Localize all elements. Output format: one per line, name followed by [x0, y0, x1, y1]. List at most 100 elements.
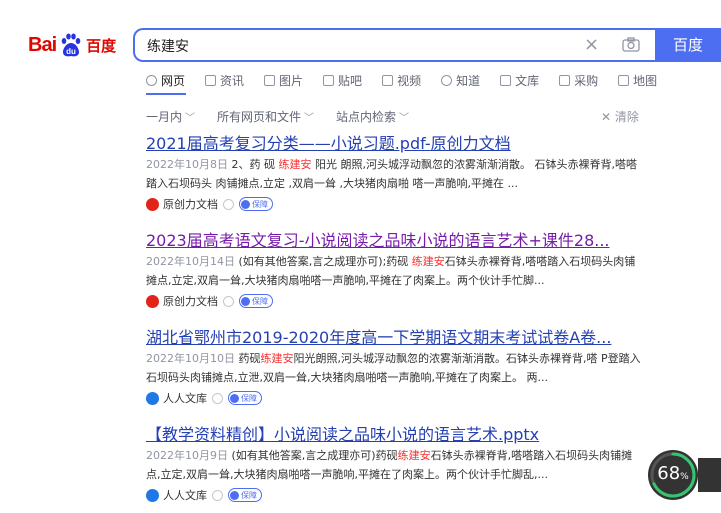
check-icon: [230, 490, 239, 500]
baidu-logo[interactable]: Bai du 百度: [28, 30, 116, 60]
guarantee-badge[interactable]: 保障: [239, 294, 273, 308]
result-source: 原创力文档 保障: [146, 196, 646, 212]
snippet-text: (如有其他答案,言之成理亦可);药砚: [235, 255, 412, 268]
result-date: 2022年10月9日: [146, 449, 228, 462]
snippet-text: 2、药 砚: [228, 158, 279, 171]
result-source: 人人文库 保障: [146, 487, 646, 503]
info-icon[interactable]: [223, 198, 234, 210]
snippet-text: (如有其他答案,言之成理亦可)药砚: [228, 449, 398, 462]
video-icon: [382, 75, 394, 86]
filetype-filter-label: 所有网页和文件: [217, 110, 302, 124]
filetype-filter[interactable]: 所有网页和文件 ﹀: [217, 108, 314, 125]
tab-web[interactable]: 网页: [146, 72, 185, 89]
result-title-link[interactable]: 【教学资料精创】小说阅读之品味小说的语言艺术.pptx: [146, 425, 646, 445]
info-icon[interactable]: [223, 295, 234, 307]
tab-video[interactable]: 视频: [382, 72, 421, 89]
source-logo-icon: [146, 488, 159, 502]
search-icon: [146, 75, 157, 86]
badge-label: 保障: [241, 490, 257, 500]
badge-label: 保障: [252, 199, 268, 209]
shop-icon: [559, 75, 571, 86]
result-date: 2022年10月8日: [146, 158, 228, 171]
speed-progress-widget[interactable]: 68%: [648, 450, 698, 500]
progress-value: 68%: [648, 463, 698, 484]
tab-map[interactable]: 地图: [618, 72, 657, 89]
source-logo-icon: [146, 197, 159, 211]
tab-news[interactable]: 资讯: [205, 72, 244, 89]
check-icon: [241, 296, 250, 306]
time-filter-label: 一月内: [146, 110, 183, 124]
tab-images[interactable]: 图片: [264, 72, 303, 89]
clear-filters-button[interactable]: ✕ 清除: [601, 108, 639, 125]
search-result: 2023届高考语文复习-小说阅读之品味小说的语言艺术+课件28... 2022年…: [146, 231, 646, 309]
tab-label: 知道: [456, 74, 481, 88]
close-icon: ✕: [601, 110, 615, 124]
tab-label: 视频: [397, 74, 422, 88]
tab-label: 文库: [515, 74, 540, 88]
filter-bar: 一月内 ﹀ 所有网页和文件 ﹀ 站点内检索 ﹀: [146, 108, 431, 125]
guarantee-badge[interactable]: 保障: [228, 488, 262, 502]
source-name[interactable]: 人人文库: [163, 390, 207, 406]
tab-label: 资讯: [220, 74, 245, 88]
result-title-link[interactable]: 2023届高考语文复习-小说阅读之品味小说的语言艺术+课件28...: [146, 231, 646, 251]
search-box[interactable]: 练建安 ×: [133, 28, 655, 62]
progress-unit: %: [680, 472, 689, 482]
question-icon: [441, 75, 453, 86]
guarantee-badge[interactable]: 保障: [228, 391, 262, 405]
keyword-highlight: 练建安: [278, 158, 312, 171]
progress-number: 68: [657, 463, 681, 484]
site-filter[interactable]: 站点内检索 ﹀: [336, 108, 409, 125]
tab-tieba[interactable]: 贴吧: [323, 72, 362, 89]
news-icon: [205, 75, 217, 86]
search-result: 2021届高考复习分类——小说习题.pdf-原创力文档 2022年10月8日 2…: [146, 134, 646, 212]
guarantee-badge[interactable]: 保障: [239, 197, 273, 211]
result-source: 人人文库 保障: [146, 390, 646, 406]
keyword-highlight: 练建安: [411, 255, 445, 268]
result-snippet: 2022年10月8日 2、药 砚 练建安 阳光 朗照,河头城浮动飘忽的浓雾渐渐消…: [146, 155, 646, 193]
info-icon[interactable]: [212, 392, 223, 404]
logo-text-baidu: 百度: [86, 36, 117, 55]
chevron-down-icon: ﹀: [304, 113, 315, 124]
source-logo-icon: [146, 391, 159, 405]
clear-icon[interactable]: ×: [584, 34, 599, 55]
info-icon[interactable]: [212, 489, 223, 501]
result-snippet: 2022年10月9日 (如有其他答案,言之成理亦可)药砚练建安石钵头赤裸脊背,嗒…: [146, 446, 646, 484]
tab-label: 地图: [633, 74, 658, 88]
tab-label: 贴吧: [338, 74, 363, 88]
floating-panel-edge: [698, 458, 721, 492]
logo-text-bai: Bai: [28, 33, 57, 56]
search-input[interactable]: 练建安: [147, 36, 189, 56]
search-button[interactable]: 百度: [655, 28, 721, 62]
keyword-highlight: 练建安: [260, 352, 294, 365]
snippet-text: 药砚: [235, 352, 261, 365]
check-icon: [241, 199, 250, 209]
tab-wenku[interactable]: 文库: [500, 72, 539, 89]
site-filter-label: 站点内检索: [336, 110, 397, 124]
keyword-highlight: 练建安: [397, 449, 431, 462]
badge-label: 保障: [241, 393, 257, 403]
tab-purchase[interactable]: 采购: [559, 72, 598, 89]
check-icon: [230, 393, 239, 403]
time-filter[interactable]: 一月内 ﹀: [146, 108, 195, 125]
source-name[interactable]: 原创力文档: [163, 196, 218, 212]
badge-label: 保障: [252, 296, 268, 306]
search-tabs: 网页 资讯 图片 贴吧 视频 知道 文库 采购 地图: [146, 72, 677, 89]
tab-label: 网页: [161, 74, 186, 88]
logo-text-du: du: [66, 47, 76, 56]
tab-label: 图片: [279, 74, 304, 88]
camera-icon[interactable]: [622, 37, 640, 52]
paw-icon: du: [58, 32, 84, 58]
tab-zhidao[interactable]: 知道: [441, 72, 480, 89]
result-snippet: 2022年10月10日 药砚练建安阳光朗照,河头城浮动飘忽的浓雾渐渐消散。石钵头…: [146, 349, 646, 387]
source-logo-icon: [146, 294, 159, 308]
map-icon: [618, 75, 630, 86]
result-title-link[interactable]: 湖北省鄂州市2019-2020年度高一下学期语文期末考试试卷A卷...: [146, 328, 646, 348]
source-name[interactable]: 原创力文档: [163, 293, 218, 309]
result-title-link[interactable]: 2021届高考复习分类——小说习题.pdf-原创力文档: [146, 134, 646, 154]
active-tab-underline: [146, 93, 186, 95]
result-source: 原创力文档 保障: [146, 293, 646, 309]
clear-filters-label: 清除: [614, 110, 639, 124]
tieba-icon: [323, 75, 335, 86]
image-icon: [264, 75, 276, 86]
source-name[interactable]: 人人文库: [163, 487, 207, 503]
